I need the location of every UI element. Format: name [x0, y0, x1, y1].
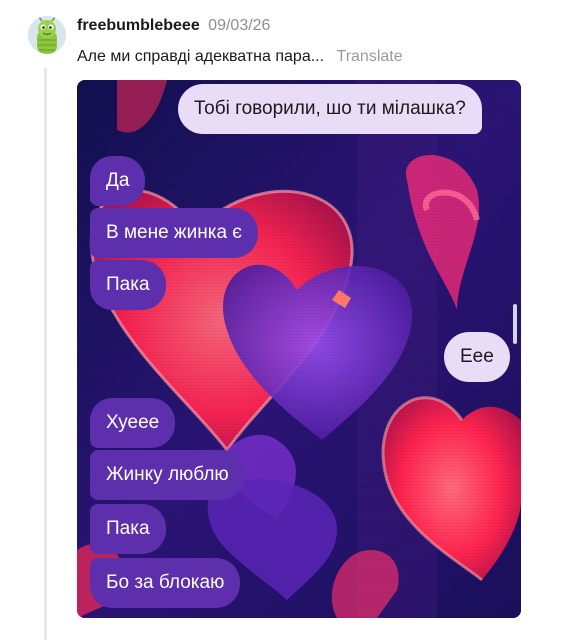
post-date: 09/03/26 [208, 17, 271, 34]
chat-bubble-incoming: Бо за блокаю [90, 558, 241, 608]
chat-bubble-outgoing: Еее [444, 332, 510, 382]
thread-line [44, 68, 47, 640]
chat-bubble-incoming: Жинку люблю [90, 450, 245, 500]
post-caption: Але ми справді адекватна пара... [77, 48, 325, 65]
chat-bubble-incoming: Пака [90, 260, 166, 310]
green-caterpillar-avatar-icon [28, 16, 66, 54]
chat-bubble-incoming: Да [90, 156, 146, 206]
chat-scrollbar[interactable] [513, 304, 517, 344]
translate-link[interactable]: Translate [337, 48, 403, 65]
chat-bubble-incoming: В мене жинка є [90, 208, 259, 258]
chat-bubble-incoming: Пака [90, 504, 166, 554]
chat-bubble-incoming: Хуеее [90, 398, 176, 448]
caption-row: Але ми справді адекватна пара... Transla… [77, 48, 403, 66]
post-header: freebumblebeee 09/03/26 [77, 17, 270, 35]
user-avatar[interactable] [28, 16, 66, 54]
chat-bubble-outgoing: Тобі говорили, шо ти мілашка? [178, 84, 482, 134]
username[interactable]: freebumblebeee [77, 17, 200, 34]
chat-screenshot-image[interactable]: Тобі говорили, шо ти мілашка? Да В мене … [77, 80, 521, 618]
